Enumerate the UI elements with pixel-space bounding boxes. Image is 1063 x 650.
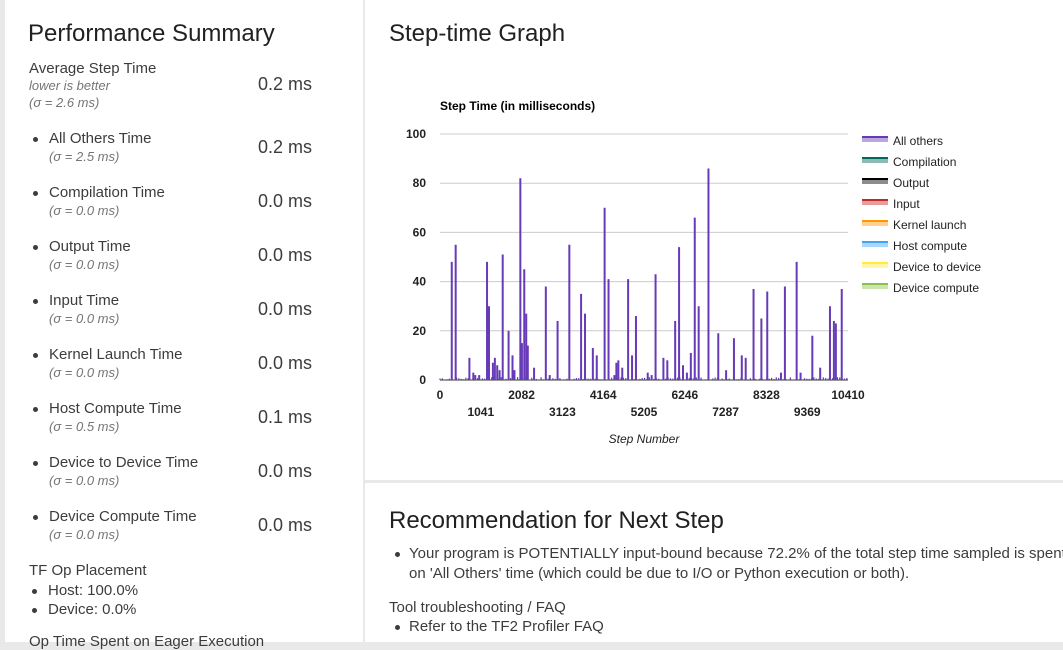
bullet-icon [33, 191, 38, 196]
bullet-icon [33, 137, 38, 142]
legend-swatch-line [862, 157, 888, 159]
bullet-icon [32, 589, 37, 594]
legend-label: All others [893, 134, 943, 148]
breakdown-value: 0.0 ms [258, 299, 313, 319]
breakdown-value: 0.1 ms [258, 407, 313, 427]
legend-swatch-line [862, 136, 888, 138]
bullet-icon [32, 608, 37, 613]
breakdown-label: All Others Time [49, 130, 152, 147]
bullet-icon [33, 407, 38, 412]
recommendation-card: Recommendation for Next Step Your progra… [365, 483, 1063, 642]
breakdown-label: Input Time [49, 292, 120, 309]
recommendation-text: Your program is POTENTIALLY input-bound … [409, 545, 1063, 582]
step-time-graph-card: Step-time Graph Step Time (in millisecon… [365, 0, 1063, 480]
bullet-icon [33, 245, 38, 250]
breakdown-sigma: (σ = 0.0 ms) [49, 473, 120, 488]
y-tick-label: 80 [413, 176, 427, 190]
breakdown-value: 0.0 ms [258, 461, 313, 481]
breakdown-label: Device to Device Time [49, 454, 199, 471]
legend-swatch-line [862, 220, 888, 222]
breakdown-value: 0.0 ms [258, 245, 313, 265]
step-time-chart: Step Time (in milliseconds) 0 20 40 60 80 100 0… [406, 99, 981, 446]
y-tick-label: 40 [413, 275, 427, 289]
breakdown-value: 0.0 ms [258, 515, 313, 535]
legend-label: Host compute [893, 239, 967, 253]
x-tick-label: 1041 [467, 405, 494, 419]
legend-label: Device compute [893, 281, 979, 295]
bullet-icon [33, 515, 38, 520]
legend-label: Compilation [893, 155, 956, 169]
breakdown-sigma: (σ = 0.0 ms) [49, 257, 120, 272]
x-tick-label: 3123 [549, 405, 576, 419]
breakdown-sigma: (σ = 0.5 ms) [49, 419, 120, 434]
chart-title: Step Time (in milliseconds) [440, 99, 595, 113]
legend-swatch-line [862, 283, 888, 285]
x-axis-label: Step Number [609, 432, 681, 446]
legend-swatch-line [862, 178, 888, 180]
step-time-graph-title: Step-time Graph [389, 20, 566, 47]
breakdown-value: 0.0 ms [258, 353, 313, 373]
y-tick-label: 100 [406, 127, 426, 141]
average-step-time-label: Average Step Time [29, 60, 157, 77]
op-placement-host: Host: 100.0% [48, 582, 139, 599]
bullet-icon [395, 552, 400, 557]
x-tick-label: 6246 [671, 388, 698, 402]
breakdown-value: 0.2 ms [258, 137, 313, 157]
faq-link[interactable]: Refer to the TF2 Profiler FAQ [409, 617, 604, 637]
x-tick-label: 5205 [631, 405, 658, 419]
legend-label: Output [893, 176, 930, 190]
performance-summary-title: Performance Summary [28, 20, 275, 47]
legend-swatch-line [862, 241, 888, 243]
bullet-icon [33, 299, 38, 304]
legend-label: Device to device [893, 260, 981, 274]
faq-title: Tool troubleshooting / FAQ [389, 599, 566, 616]
op-placement-device: Device: 0.0% [48, 601, 137, 618]
breakdown-label: Output Time [49, 238, 131, 255]
y-tick-label: 20 [413, 324, 427, 338]
x-tick-label: 7287 [712, 405, 739, 419]
breakdown-sigma: (σ = 0.0 ms) [49, 203, 120, 218]
breakdown-sigma: (σ = 0.0 ms) [49, 527, 120, 542]
bullet-icon [33, 353, 38, 358]
x-tick-label: 10410 [831, 388, 865, 402]
x-tick-label: 9369 [794, 405, 821, 419]
y-tick-label: 0 [419, 373, 426, 387]
breakdown-label: Host Compute Time [49, 400, 182, 417]
breakdown-sigma: (σ = 0.0 ms) [49, 365, 120, 380]
x-tick-label: 4164 [590, 388, 617, 402]
breakdown-sigma: (σ = 2.5 ms) [49, 149, 120, 164]
average-step-time-sigma: (σ = 2.6 ms) [29, 95, 100, 110]
op-placement-title: TF Op Placement [29, 562, 147, 579]
x-tick-label: 2082 [508, 388, 535, 402]
legend-swatch-line [862, 199, 888, 201]
legend-swatch-line [862, 262, 888, 264]
x-tick-label: 0 [437, 388, 444, 402]
y-tick-label: 60 [413, 225, 427, 239]
recommendation-title: Recommendation for Next Step [389, 507, 724, 534]
performance-summary-card: Performance Summary Average Step Time lo… [5, 0, 363, 650]
breakdown-sigma: (σ = 0.0 ms) [49, 311, 120, 326]
bullet-icon [395, 625, 400, 630]
legend-label: Kernel launch [893, 218, 966, 232]
bullet-icon [33, 461, 38, 466]
breakdown-label: Compilation Time [49, 184, 165, 201]
average-step-time-note: lower is better [29, 78, 110, 93]
legend-label: Input [893, 197, 920, 211]
breakdown-value: 0.0 ms [258, 191, 313, 211]
x-tick-label: 8328 [753, 388, 780, 402]
breakdown-label: Kernel Launch Time [49, 346, 183, 363]
average-step-time-value: 0.2 ms [258, 74, 313, 94]
breakdown-label: Device Compute Time [49, 508, 197, 525]
